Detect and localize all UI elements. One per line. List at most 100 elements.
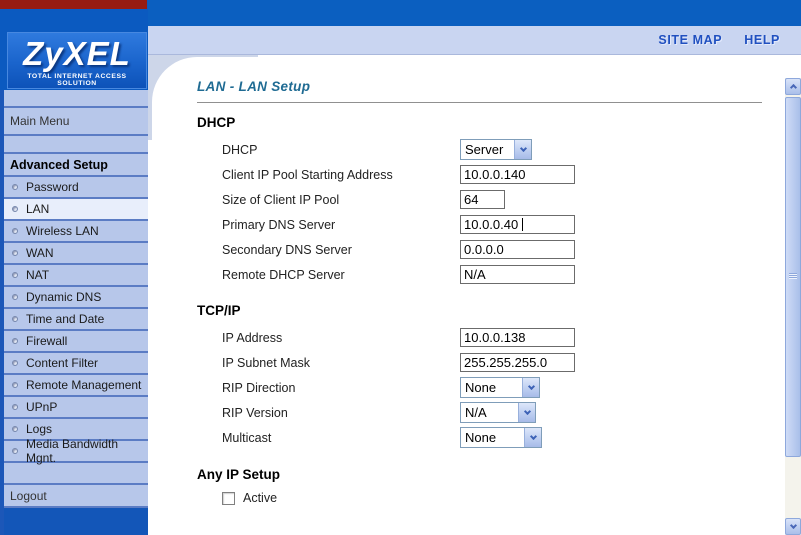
sidebar-item-firewall[interactable]: Firewall — [0, 331, 148, 353]
ip-address-input[interactable] — [460, 328, 575, 347]
bullet-icon — [12, 206, 18, 212]
sidebar-item-label: UPnP — [26, 400, 57, 414]
rip-version-label: RIP Version — [222, 406, 460, 420]
sidebar-item-upnp[interactable]: UPnP — [0, 397, 148, 419]
dhcp-select[interactable]: Server — [460, 139, 532, 160]
sidebar-item-content-filter[interactable]: Content Filter — [0, 353, 148, 375]
secondary-dns-label: Secondary DNS Server — [222, 243, 460, 257]
rip-direction-value: None — [461, 378, 522, 397]
sidebar-item-label: Content Filter — [26, 356, 98, 370]
subnet-mask-input[interactable] — [460, 353, 575, 372]
pool-size-label: Size of Client IP Pool — [222, 193, 460, 207]
sidebar-section-advanced-setup: Advanced Setup — [0, 154, 148, 177]
form-row-pool-size: Size of Client IP Pool — [222, 187, 785, 212]
sidebar-item-label: Dynamic DNS — [26, 290, 101, 304]
active-checkbox[interactable] — [222, 492, 235, 505]
sidebar-logout[interactable]: Logout — [0, 485, 148, 508]
chevron-down-icon[interactable] — [514, 140, 531, 159]
sidebar-bottom-fill — [0, 508, 148, 535]
rip-version-value: N/A — [461, 403, 518, 422]
pool-size-input[interactable] — [460, 190, 505, 209]
sidebar-item-wireless-lan[interactable]: Wireless LAN — [0, 221, 148, 243]
bullet-icon — [12, 294, 18, 300]
chevron-down-icon — [789, 522, 796, 529]
sidebar-item-label: Remote Management — [26, 378, 141, 392]
scrollbar-grip-icon — [789, 273, 797, 281]
sidebar-item-nat[interactable]: NAT — [0, 265, 148, 287]
header-red-strip — [0, 0, 147, 9]
sidebar-item-label: Password — [26, 180, 79, 194]
chevron-down-icon[interactable] — [524, 428, 541, 447]
site-map-link[interactable]: SITE MAP — [658, 33, 722, 47]
sidebar-item-label: Time and Date — [26, 312, 104, 326]
bullet-icon — [12, 426, 18, 432]
sidebar-item-wan[interactable]: WAN — [0, 243, 148, 265]
bullet-icon — [12, 184, 18, 190]
title-divider — [197, 102, 762, 103]
primary-dns-input[interactable] — [460, 215, 575, 234]
scrollbar-thumb[interactable] — [785, 97, 801, 457]
client-ip-pool-start-label: Client IP Pool Starting Address — [222, 168, 460, 182]
text-cursor — [522, 218, 523, 231]
any-ip-active-row: Active — [222, 491, 785, 505]
section-heading-dhcp: DHCP — [197, 115, 785, 130]
zyxel-logo: ZyXEL TOTAL INTERNET ACCESS SOLUTION — [7, 32, 147, 89]
header-link-bar: SITE MAP HELP — [148, 26, 801, 55]
multicast-value: None — [461, 428, 524, 447]
sidebar-item-dynamic-dns[interactable]: Dynamic DNS — [0, 287, 148, 309]
form-row-ip-address: IP Address — [222, 325, 785, 350]
sidebar-item-remote-management[interactable]: Remote Management — [0, 375, 148, 397]
rip-direction-label: RIP Direction — [222, 381, 460, 395]
form-row-multicast: Multicast None — [222, 425, 785, 450]
sidebar-item-label: NAT — [26, 268, 49, 282]
rip-version-select[interactable]: N/A — [460, 402, 536, 423]
remote-dhcp-label: Remote DHCP Server — [222, 268, 460, 282]
ip-address-label: IP Address — [222, 331, 460, 345]
primary-dns-label: Primary DNS Server — [222, 218, 460, 232]
form-row-rip-direction: RIP Direction None — [222, 375, 785, 400]
bullet-icon — [12, 404, 18, 410]
remote-dhcp-input[interactable] — [460, 265, 575, 284]
bullet-icon — [12, 228, 18, 234]
dhcp-label: DHCP — [222, 143, 460, 157]
form-row-secondary-dns: Secondary DNS Server — [222, 237, 785, 262]
sidebar-item-label: Wireless LAN — [26, 224, 99, 238]
sidebar-spacer — [0, 463, 148, 485]
sidebar-spacer — [0, 136, 148, 154]
bullet-icon — [12, 250, 18, 256]
help-link[interactable]: HELP — [744, 33, 780, 47]
secondary-dns-input[interactable] — [460, 240, 575, 259]
chevron-down-icon[interactable] — [518, 403, 535, 422]
sidebar-item-label: Firewall — [26, 334, 67, 348]
bullet-icon — [12, 338, 18, 344]
client-ip-pool-start-input[interactable] — [460, 165, 575, 184]
form-row-dhcp: DHCP Server — [222, 137, 785, 162]
chevron-up-icon — [789, 84, 796, 91]
sidebar-item-lan[interactable]: LAN — [0, 199, 148, 221]
sidebar-item-time-and-date[interactable]: Time and Date — [0, 309, 148, 331]
subnet-mask-label: IP Subnet Mask — [222, 356, 460, 370]
active-checkbox-label: Active — [243, 491, 277, 505]
tcpip-section: IP Address IP Subnet Mask RIP Direction … — [152, 325, 785, 450]
chevron-down-icon[interactable] — [522, 378, 539, 397]
dhcp-section: DHCP Server Client IP Pool Starting Addr… — [152, 137, 785, 287]
sidebar-item-label: Media Bandwidth Mgnt. — [26, 437, 148, 465]
rip-direction-select[interactable]: None — [460, 377, 540, 398]
bullet-icon — [12, 272, 18, 278]
sidebar-item-media-bandwidth-mgnt[interactable]: Media Bandwidth Mgnt. — [0, 441, 148, 463]
sidebar-item-password[interactable]: Password — [0, 177, 148, 199]
bullet-icon — [12, 360, 18, 366]
content-panel: LAN - LAN Setup DHCP DHCP Server Client … — [152, 57, 785, 535]
dhcp-select-value: Server — [461, 140, 514, 159]
form-row-rip-version: RIP Version N/A — [222, 400, 785, 425]
sidebar-edge-strip — [0, 90, 4, 535]
scrollbar-up-button[interactable] — [785, 78, 801, 95]
form-row-client-ip-pool-start: Client IP Pool Starting Address — [222, 162, 785, 187]
scrollbar-down-button[interactable] — [785, 518, 801, 535]
sidebar-main-menu[interactable]: Main Menu — [0, 108, 148, 136]
form-row-subnet-mask: IP Subnet Mask — [222, 350, 785, 375]
sidebar-nav: Main Menu Advanced Setup Password LAN Wi… — [0, 90, 148, 535]
multicast-label: Multicast — [222, 431, 460, 445]
multicast-select[interactable]: None — [460, 427, 542, 448]
section-heading-tcpip: TCP/IP — [197, 303, 785, 318]
